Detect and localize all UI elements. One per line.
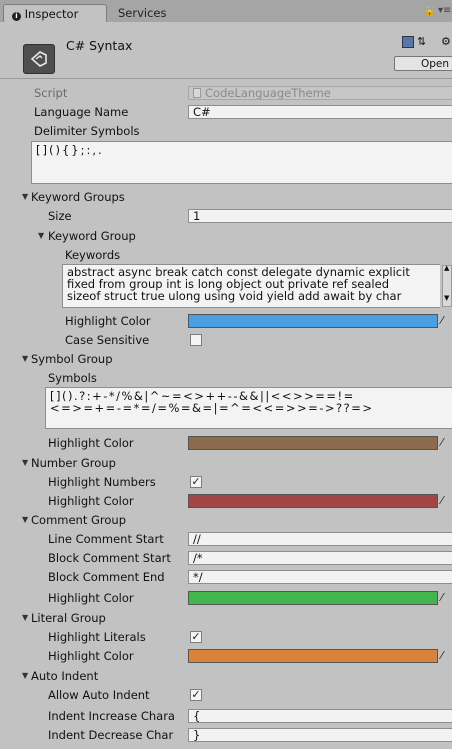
literal-highlight-color-swatch[interactable] [188, 649, 438, 663]
tab-label: Inspector [24, 7, 79, 21]
keyword-highlight-color-swatch[interactable] [188, 314, 438, 328]
symbol-highlight-color-swatch[interactable] [188, 436, 438, 450]
indent-decrease-label: Indent Decrease Char [48, 728, 174, 742]
indent-increase-field[interactable]: { [188, 709, 452, 723]
tab-inspector[interactable]: i Inspector [3, 4, 107, 22]
literal-group-label: Literal Group [31, 611, 106, 625]
scroll-down-icon[interactable]: ▼ [444, 294, 449, 302]
keyword-group-label: Keyword Group [48, 229, 136, 243]
number-highlight-color-label: Highlight Color [48, 494, 134, 508]
block-comment-start-field[interactable]: /* [188, 551, 452, 565]
tab-services[interactable]: Services [110, 4, 175, 22]
preset-icon[interactable]: ⇅ [417, 36, 426, 48]
highlight-numbers-checkbox[interactable]: ✓ [190, 476, 202, 488]
number-highlight-color-swatch[interactable] [188, 494, 438, 508]
delimiter-symbols-label: Delimiter Symbols [34, 124, 140, 138]
keywords-scrollbar[interactable]: ▲ ▼ [442, 264, 452, 307]
indent-decrease-field[interactable]: } [188, 728, 452, 742]
scroll-up-icon[interactable]: ▲ [444, 264, 449, 272]
open-button[interactable]: Open [394, 56, 452, 71]
number-group-label: Number Group [31, 456, 116, 470]
keywords-label: Keywords [65, 248, 121, 262]
auto-indent-label: Auto Indent [31, 669, 99, 683]
script-asset-icon [23, 44, 55, 74]
number-group-foldout-icon[interactable]: ▼ [22, 455, 28, 471]
line-comment-start-field[interactable]: // [188, 532, 452, 546]
comment-group-foldout-icon[interactable]: ▼ [22, 512, 28, 528]
case-sensitive-checkbox[interactable] [190, 334, 202, 346]
block-comment-start-label: Block Comment Start [48, 551, 171, 565]
menu-icon[interactable]: ▾≡ [438, 5, 451, 16]
comment-highlight-color-swatch[interactable] [188, 591, 438, 605]
tab-label: Services [118, 6, 167, 20]
keyword-highlight-color-label: Highlight Color [65, 314, 151, 328]
block-comment-end-field[interactable]: */ [188, 570, 452, 584]
script-label: Script [34, 86, 68, 100]
highlight-literals-label: Highlight Literals [48, 630, 146, 644]
symbol-highlight-color-label: Highlight Color [48, 436, 134, 450]
case-sensitive-label: Case Sensitive [65, 333, 150, 347]
eyedropper-icon[interactable]: ⁄ [441, 436, 443, 450]
eyedropper-icon[interactable]: ⁄ [441, 494, 443, 508]
delimiter-symbols-field[interactable]: [](){};:,. [31, 141, 452, 184]
eyedropper-icon[interactable]: ⁄ [441, 314, 443, 328]
help-book-icon[interactable] [402, 36, 414, 48]
indent-increase-label: Indent Increase Chara [48, 709, 175, 723]
keyword-groups-foldout-icon[interactable]: ▼ [22, 189, 28, 205]
language-name-label: Language Name [34, 105, 129, 119]
highlight-numbers-label: Highlight Numbers [48, 475, 156, 489]
symbols-field[interactable]: []().?:+-*/%&|^~=<>++--&&||<<>>==!= <=>=… [45, 387, 452, 429]
auto-indent-foldout-icon[interactable]: ▼ [22, 668, 28, 684]
symbols-label: Symbols [48, 371, 97, 385]
keyword-groups-label: Keyword Groups [31, 190, 125, 204]
allow-auto-indent-checkbox[interactable]: ✓ [190, 689, 202, 701]
language-name-field[interactable]: C# [188, 105, 452, 119]
keywords-field[interactable]: abstract async break catch const delegat… [62, 264, 440, 308]
script-file-icon [193, 88, 201, 98]
eyedropper-icon[interactable]: ⁄ [441, 591, 443, 605]
symbol-group-foldout-icon[interactable]: ▼ [22, 351, 28, 367]
literal-highlight-color-label: Highlight Color [48, 649, 134, 663]
size-label: Size [48, 209, 72, 223]
gear-icon[interactable]: ⚙ [441, 36, 451, 48]
script-field[interactable]: CodeLanguageTheme [188, 86, 452, 100]
allow-auto-indent-label: Allow Auto Indent [48, 688, 150, 702]
literal-group-foldout-icon[interactable]: ▼ [22, 610, 28, 626]
script-value: CodeLanguageTheme [205, 86, 331, 100]
keyword-group-foldout-icon[interactable]: ▼ [38, 228, 44, 244]
symbol-group-label: Symbol Group [31, 352, 113, 366]
eyedropper-icon[interactable]: ⁄ [441, 649, 443, 663]
comment-highlight-color-label: Highlight Color [48, 591, 134, 605]
highlight-literals-checkbox[interactable]: ✓ [190, 631, 202, 643]
tab-bar: i Inspector Services 🔒 ▾≡ [0, 0, 452, 23]
lock-icon[interactable]: 🔒 [424, 7, 435, 17]
page-title: C# Syntax [66, 38, 133, 53]
comment-group-label: Comment Group [31, 513, 127, 527]
block-comment-end-label: Block Comment End [48, 570, 165, 584]
line-comment-start-label: Line Comment Start [48, 532, 164, 546]
size-field[interactable]: 1 [188, 209, 452, 223]
info-icon: i [12, 12, 21, 21]
